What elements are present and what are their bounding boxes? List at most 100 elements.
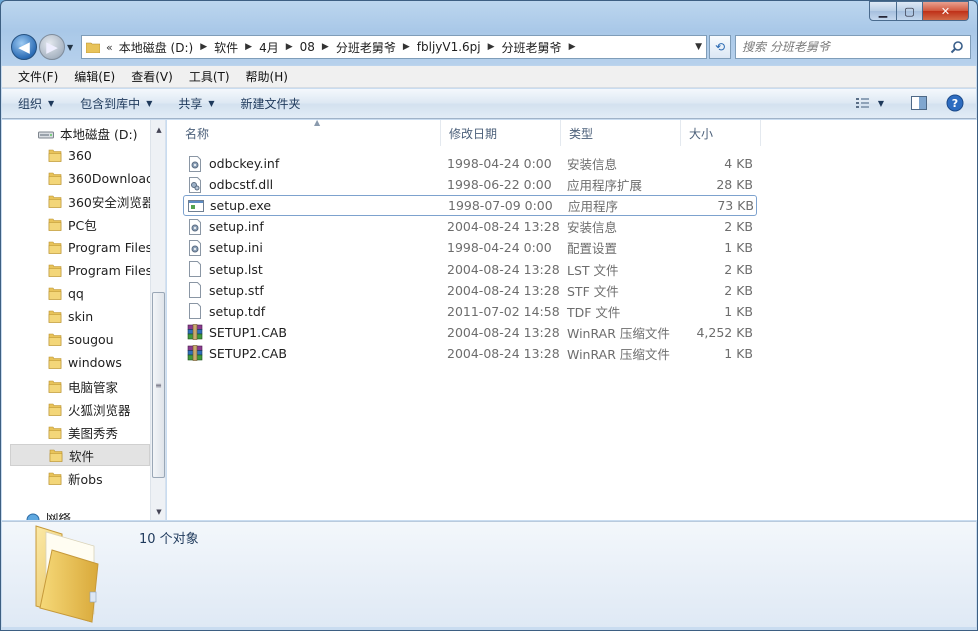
- breadcrumb-separator-icon[interactable]: ▶: [488, 42, 495, 52]
- tree-item-folder[interactable]: 360Download: [2, 167, 154, 189]
- file-row[interactable]: setup.ini 1998-04-24 0:00 配置设置 1 KB: [183, 237, 757, 258]
- tree-item-folder[interactable]: 软件: [10, 444, 150, 467]
- address-history-dropdown-icon[interactable]: ▼: [695, 42, 702, 52]
- winrar-archive-icon: [187, 324, 203, 341]
- file-row[interactable]: setup.exe 1998-07-09 0:00 应用程序 73 KB: [183, 195, 757, 217]
- column-header-date[interactable]: 修改日期: [441, 120, 561, 146]
- menu-help[interactable]: 帮助(H): [238, 68, 296, 85]
- scroll-up-icon[interactable]: ▲: [151, 122, 165, 138]
- new-folder-button[interactable]: 新建文件夹: [241, 95, 301, 112]
- breadcrumb-item[interactable]: 本地磁盘 (D:): [119, 39, 193, 56]
- menu-file[interactable]: 文件(F): [10, 68, 66, 85]
- organize-button[interactable]: 组织 ▼: [18, 95, 54, 112]
- breadcrumb-item[interactable]: 4月: [259, 39, 279, 56]
- breadcrumb-separator-icon[interactable]: ▶: [286, 42, 293, 52]
- folder-icon: [35, 525, 99, 623]
- tree-item-folder[interactable]: PC包: [2, 213, 150, 235]
- close-button[interactable]: ✕: [923, 1, 969, 21]
- breadcrumb-item[interactable]: 分班老舅爷: [336, 39, 396, 56]
- tree-item-folder[interactable]: 360安全浏览器: [2, 190, 154, 212]
- breadcrumb-item[interactable]: 软件: [214, 39, 238, 56]
- view-options-dropdown-icon[interactable]: ▼: [878, 99, 884, 108]
- file-row[interactable]: setup.tdf 2011-07-02 14:58 TDF 文件 1 KB: [183, 301, 757, 322]
- tree-item-label: PC包: [68, 217, 97, 233]
- breadcrumb-item[interactable]: fbljyV1.6pj: [417, 40, 481, 54]
- maximize-button[interactable]: ▢: [897, 1, 923, 21]
- file-size: 1 KB: [724, 240, 753, 256]
- scroll-down-icon[interactable]: ▼: [151, 504, 165, 520]
- tree-item-label: 360: [68, 147, 92, 163]
- share-button[interactable]: 共享 ▼: [178, 95, 214, 112]
- tree-item-folder[interactable]: skin: [2, 306, 150, 328]
- blank-file-icon: [189, 282, 201, 299]
- breadcrumb-separator-icon[interactable]: ▶: [403, 42, 410, 52]
- breadcrumb: 本地磁盘 (D:) ▶ 软件 ▶ 4月 ▶ 08 ▶ 分班老舅爷 ▶ fbljyV1.6pj ▶ 分班老…: [119, 39, 583, 56]
- column-header-size[interactable]: 大小: [681, 120, 761, 146]
- tree-item-folder[interactable]: 新obs: [2, 467, 150, 489]
- back-button[interactable]: ◀: [11, 34, 37, 60]
- tree-item-folder[interactable]: 电脑管家: [2, 375, 150, 397]
- tree-item-folder[interactable]: 360: [2, 144, 150, 166]
- column-header-label: 修改日期: [449, 126, 498, 141]
- file-name: setup.inf: [209, 219, 264, 235]
- folder-icon: [48, 264, 62, 277]
- file-date: 2004-08-24 13:28: [447, 219, 560, 235]
- file-date: 2004-08-24 13:28: [447, 324, 560, 340]
- tree-item-folder[interactable]: 火狐浏览器: [2, 398, 150, 420]
- folder-icon: [48, 333, 62, 347]
- search-input[interactable]: [742, 40, 942, 54]
- file-row[interactable]: setup.stf 2004-08-24 13:28 STF 文件 2 KB: [183, 280, 757, 301]
- breadcrumb-item[interactable]: 分班老舅爷: [502, 39, 562, 56]
- tree-item-folder[interactable]: windows: [2, 352, 150, 374]
- breadcrumb-item[interactable]: 08: [300, 40, 315, 54]
- column-header-type[interactable]: 类型: [561, 120, 681, 146]
- file-date: 2011-07-02 14:58: [447, 303, 560, 319]
- tree-item-drive[interactable]: 本地磁盘 (D:): [38, 122, 165, 144]
- scroll-thumb[interactable]: ≡: [152, 292, 165, 478]
- breadcrumb-separator-icon[interactable]: ▶: [569, 42, 576, 52]
- file-date: 1998-06-22 0:00: [447, 177, 552, 193]
- tree-item-network[interactable]: 网络: [26, 513, 165, 520]
- tree-item-folder[interactable]: 美图秀秀: [2, 421, 150, 443]
- forward-button[interactable]: ▶: [39, 34, 65, 60]
- menu-tools[interactable]: 工具(T): [181, 68, 238, 85]
- include-in-library-button[interactable]: 包含到库中 ▼: [80, 95, 152, 112]
- help-icon[interactable]: ?: [946, 94, 964, 112]
- folder-icon: [49, 449, 63, 462]
- file-row[interactable]: setup.lst 2004-08-24 13:28 LST 文件 2 KB: [183, 259, 757, 280]
- menu-edit[interactable]: 编辑(E): [66, 68, 123, 85]
- breadcrumb-separator-icon[interactable]: ▶: [245, 42, 252, 52]
- navpane-scrollbar[interactable]: ▲ ≡ ▼: [150, 120, 165, 520]
- file-row[interactable]: SETUP1.CAB 2004-08-24 13:28 WinRAR 压缩文件 4,2…: [183, 322, 757, 343]
- search-icon[interactable]: [950, 40, 964, 54]
- tree-item-label: Program Files: [68, 239, 153, 255]
- explorer-window: ▁ ▢ ✕ ◀ ▶ ▼ « 本地磁盘 (D:) ▶ 软件 ▶ 4月 ▶ 08 ▶ 分班老舅爷 ▶ f…: [0, 0, 978, 631]
- tree-item-folder[interactable]: qq: [2, 283, 150, 305]
- file-row[interactable]: SETUP2.CAB 2004-08-24 13:28 WinRAR 压缩文件 1 K…: [183, 343, 757, 364]
- preview-pane-icon[interactable]: [910, 94, 928, 112]
- address-bar[interactable]: « 本地磁盘 (D:) ▶ 软件 ▶ 4月 ▶ 08 ▶ 分班老舅爷 ▶ fbljyV1.6pj ▶ 分…: [81, 35, 707, 59]
- tree-item-folder[interactable]: sougou: [2, 329, 150, 351]
- file-size: 4,252 KB: [696, 324, 753, 340]
- recent-pages-dropdown-icon[interactable]: ▼: [67, 43, 77, 53]
- menu-view[interactable]: 查看(V): [123, 68, 181, 85]
- tree-item-label: 美图秀秀: [68, 425, 119, 441]
- file-row[interactable]: odbcstf.dll 1998-06-22 0:00 应用程序扩展 28 KB: [183, 174, 757, 195]
- file-row[interactable]: odbckey.inf 1998-04-24 0:00 安装信息 4 KB: [183, 153, 757, 174]
- column-header-name[interactable]: 名称 ▲: [177, 118, 441, 146]
- file-row[interactable]: setup.inf 2004-08-24 13:28 安装信息 2 KB: [183, 216, 757, 237]
- window-controls: ▁ ▢ ✕: [869, 1, 969, 21]
- forward-arrow-icon: ▶: [46, 38, 58, 56]
- tree-item-folder[interactable]: Program Files: [2, 260, 152, 282]
- minimize-button[interactable]: ▁: [869, 1, 897, 21]
- file-size: 2 KB: [724, 261, 753, 277]
- breadcrumb-separator-icon[interactable]: ▶: [200, 42, 207, 52]
- address-overflow-icon[interactable]: «: [106, 41, 113, 54]
- breadcrumb-separator-icon[interactable]: ▶: [322, 42, 329, 52]
- file-type: STF 文件: [567, 283, 619, 299]
- change-view-icon[interactable]: [854, 94, 872, 112]
- tree-item-folder[interactable]: Program Files: [2, 236, 153, 258]
- refresh-button[interactable]: ⟲: [709, 35, 731, 59]
- file-size: 2 KB: [724, 282, 753, 298]
- folder-icon: [48, 310, 62, 323]
